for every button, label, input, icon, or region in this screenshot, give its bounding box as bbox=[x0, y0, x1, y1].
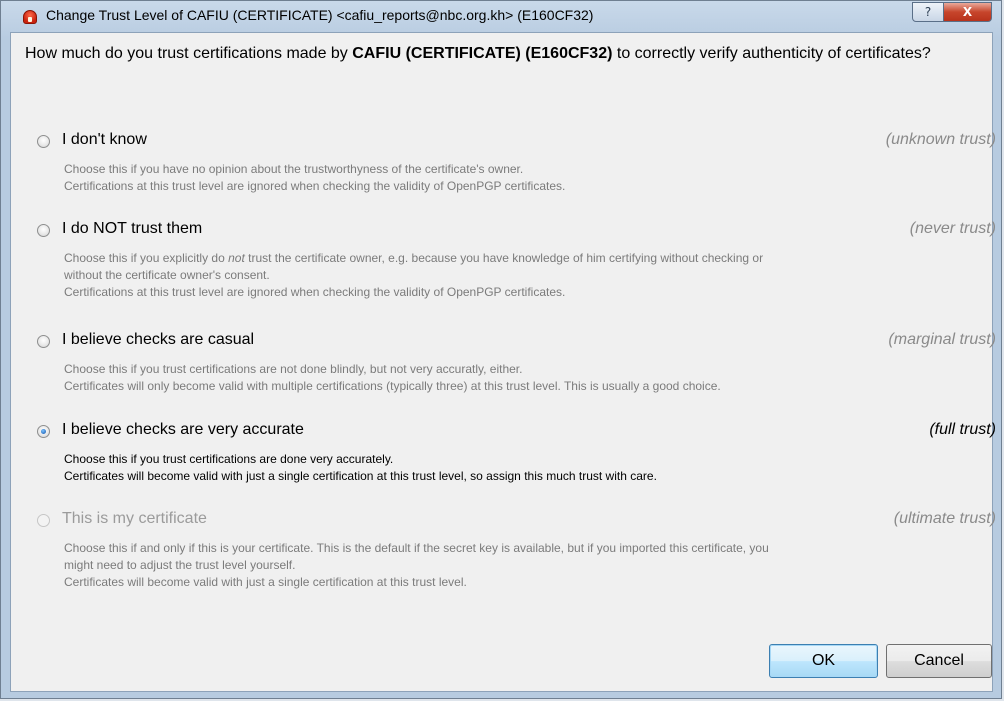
option-label[interactable]: I believe checks are very accurate bbox=[62, 421, 304, 439]
description-line: Choose this if you trust certifications … bbox=[64, 452, 394, 466]
option-description: Choose this if you explicitly do not tru… bbox=[64, 250, 989, 301]
option-label[interactable]: I believe checks are casual bbox=[62, 331, 254, 349]
trust-level-label: (unknown trust) bbox=[885, 131, 996, 148]
trust-level-label: (marginal trust) bbox=[888, 331, 996, 348]
desc-part: Choose this if you explicitly do bbox=[64, 251, 229, 265]
option-description: Choose this if you have no opinion about… bbox=[64, 161, 989, 195]
trust-level-label: (ultimate trust) bbox=[893, 510, 996, 527]
close-button[interactable]: X bbox=[943, 2, 992, 22]
description-line: Certificates will become valid with just… bbox=[64, 469, 657, 483]
description-line: Choose this if you have no opinion about… bbox=[64, 162, 524, 176]
description-line: Certifications at this trust level are i… bbox=[64, 285, 566, 299]
certificate-name: CAFIU (CERTIFICATE) (E160CF32) bbox=[352, 45, 613, 62]
window-title: Change Trust Level of CAFIU (CERTIFICATE… bbox=[46, 7, 594, 23]
description-line: Certificates will only become valid with… bbox=[64, 379, 721, 393]
description-line: might need to adjust the trust level you… bbox=[64, 558, 296, 572]
trust-level-label: (never trust) bbox=[909, 220, 996, 237]
option-description: Choose this if and only if this is your … bbox=[64, 540, 989, 591]
radio-never-trust[interactable] bbox=[37, 224, 50, 237]
radio-marginal-trust[interactable] bbox=[37, 335, 50, 348]
option-description: Choose this if you trust certifications … bbox=[64, 361, 989, 395]
option-label[interactable]: I do NOT trust them bbox=[62, 220, 202, 238]
radio-full-trust[interactable] bbox=[37, 425, 50, 438]
option-label[interactable]: I don't know bbox=[62, 131, 147, 149]
desc-emphasis: not bbox=[228, 251, 245, 265]
description-line: Choose this if you trust certifications … bbox=[64, 362, 523, 376]
kleopatra-app-icon bbox=[23, 10, 37, 24]
desc-part: trust the certificate owner, e.g. becaus… bbox=[244, 251, 764, 265]
description-line: without the certificate owner's consent. bbox=[64, 268, 270, 282]
description-line: Certificates will become valid with just… bbox=[64, 575, 467, 589]
trust-level-label: (full trust) bbox=[929, 421, 996, 438]
help-button[interactable]: ? bbox=[912, 2, 944, 22]
description-line: Certifications at this trust level are i… bbox=[64, 179, 566, 193]
trust-question: How much do you trust certifications mad… bbox=[25, 43, 985, 65]
option-description: Choose this if you trust certifications … bbox=[64, 451, 989, 485]
radio-unknown-trust[interactable] bbox=[37, 135, 50, 148]
help-icon: ? bbox=[924, 5, 932, 19]
dialog-window: Change Trust Level of CAFIU (CERTIFICATE… bbox=[0, 0, 1002, 699]
description-line: Choose this if you explicitly do not tru… bbox=[64, 250, 989, 267]
question-prefix: How much do you trust certifications mad… bbox=[25, 45, 353, 62]
description-line: Choose this if and only if this is your … bbox=[64, 541, 769, 555]
option-label: This is my certificate bbox=[62, 510, 207, 527]
title-bar[interactable]: Change Trust Level of CAFIU (CERTIFICATE… bbox=[1, 1, 1001, 31]
question-suffix: to correctly verify authenticity of cert… bbox=[612, 45, 931, 62]
radio-ultimate-trust bbox=[37, 514, 50, 527]
close-icon: X bbox=[962, 5, 973, 19]
ok-button[interactable]: OK bbox=[769, 644, 878, 678]
cancel-button[interactable]: Cancel bbox=[886, 644, 992, 678]
